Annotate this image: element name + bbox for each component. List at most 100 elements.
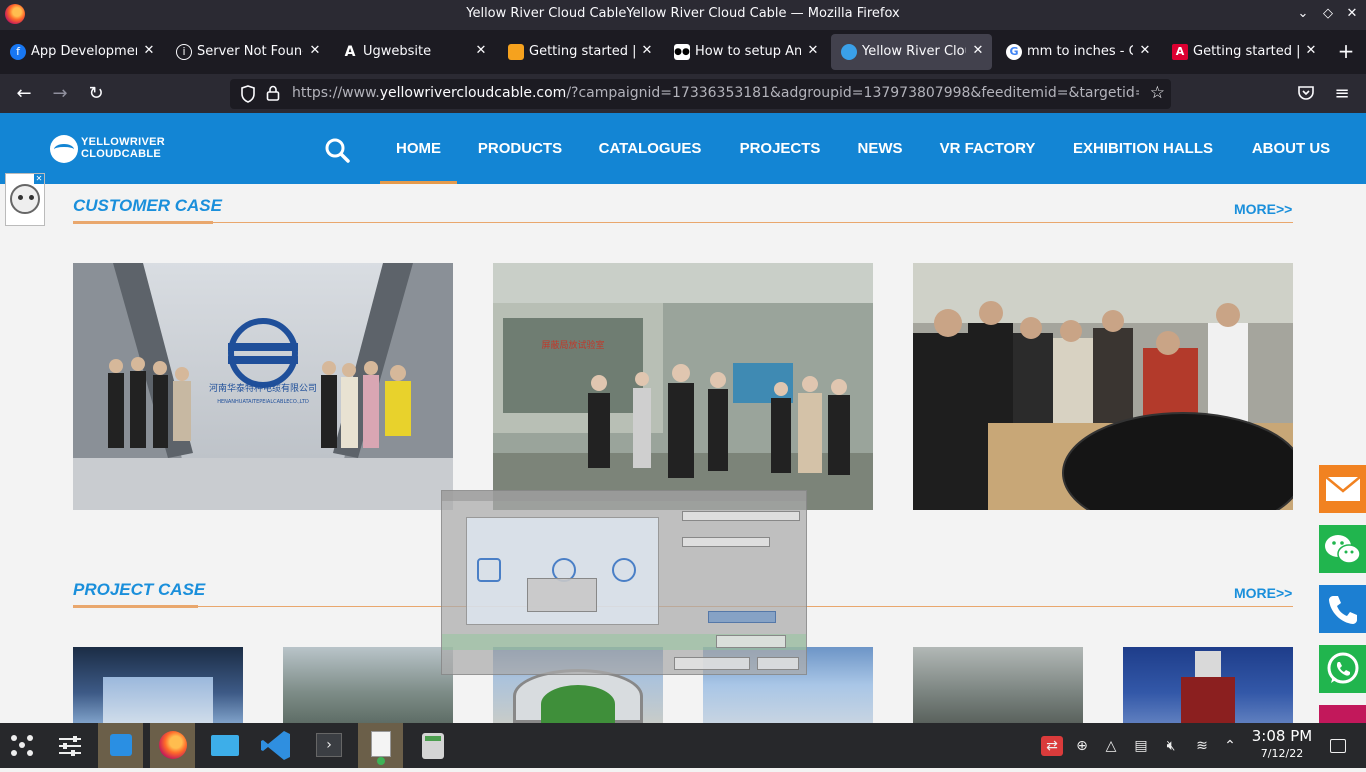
- tab-mm-to-inches[interactable]: G mm to inches - Go ✕: [996, 34, 1159, 70]
- open-folder-button[interactable]: [716, 635, 786, 648]
- wifi-icon[interactable]: ≋: [1192, 736, 1212, 756]
- project-case-photo-6[interactable]: [1123, 647, 1293, 723]
- forward-button[interactable]: →: [48, 82, 72, 106]
- new-tab-button[interactable]: +: [1334, 36, 1358, 66]
- tab-label: Getting started |: [529, 44, 635, 59]
- tab-yellow-river[interactable]: Yellow River Clou ✕: [831, 34, 992, 70]
- pocket-icon[interactable]: [1297, 85, 1315, 102]
- tab-getting-started-1[interactable]: Getting started | ✕: [498, 34, 661, 70]
- menu-exhibition-halls[interactable]: EXHIBITION HALLS: [1063, 113, 1223, 184]
- close-tab-icon[interactable]: ✕: [639, 43, 655, 58]
- close-tab-icon[interactable]: ✕: [805, 43, 821, 58]
- customer-case-photo-1[interactable]: 河南华泰特种电缆有限公司 HENANHUATAITEPEIALCABLECO.,…: [73, 263, 453, 510]
- show-desktop-icon[interactable]: [1330, 739, 1346, 753]
- ad-badge[interactable]: ✕: [5, 173, 45, 226]
- files-taskbar[interactable]: [202, 723, 247, 768]
- text-editor-taskbar[interactable]: [358, 723, 403, 768]
- close-tab-icon[interactable]: ✕: [473, 43, 489, 58]
- anydesk-tray-icon[interactable]: ⇄: [1041, 736, 1063, 756]
- terminal-icon: ›: [316, 733, 342, 757]
- close-tab-icon[interactable]: ✕: [307, 43, 323, 58]
- menu-home[interactable]: HOME: [380, 113, 457, 184]
- discover-taskbar[interactable]: [98, 723, 143, 768]
- clock[interactable]: 3:08 PM 7/12/22: [1246, 727, 1318, 760]
- app-menu-button[interactable]: ≡: [1330, 82, 1354, 106]
- mascot-face-icon: [10, 184, 40, 214]
- tab-ugwebsite[interactable]: A Ugwebsite ✕: [332, 34, 495, 70]
- customer-case-more-link[interactable]: MORE>>: [1234, 201, 1292, 217]
- project-case-photo-1[interactable]: [73, 647, 243, 723]
- close-tab-icon[interactable]: ✕: [970, 43, 986, 58]
- vscode-taskbar[interactable]: [254, 723, 299, 768]
- terminal-taskbar[interactable]: ›: [306, 723, 351, 768]
- section-divider: [73, 222, 1293, 223]
- launcher-icon: [11, 735, 33, 756]
- menu-projects[interactable]: PROJECTS: [730, 113, 830, 184]
- project-case-title: PROJECT CASE: [73, 580, 206, 599]
- minimize-button[interactable]: ⌄: [1293, 4, 1313, 24]
- wechat-contact-button[interactable]: [1319, 525, 1366, 573]
- save-as-button[interactable]: [757, 657, 799, 670]
- search-icon[interactable]: [324, 137, 350, 163]
- application-launcher[interactable]: [0, 723, 45, 768]
- firefox-taskbar[interactable]: [150, 723, 195, 768]
- vlc-cone-tray-icon[interactable]: △: [1101, 736, 1121, 756]
- tab-strip: f App Development ✕ i Server Not Found ✕…: [0, 30, 1366, 74]
- close-tab-icon[interactable]: ✕: [1137, 43, 1153, 58]
- project-case-photo-2[interactable]: [283, 647, 453, 723]
- lock-icon[interactable]: [266, 85, 280, 101]
- close-tab-icon[interactable]: ✕: [141, 43, 157, 58]
- close-tab-icon[interactable]: ✕: [1303, 43, 1319, 58]
- customer-case-title: CUSTOMER CASE: [73, 196, 222, 215]
- firefox-icon: [159, 731, 187, 759]
- reload-button[interactable]: ↻: [84, 82, 108, 106]
- volume-muted-icon[interactable]: 🔇︎: [1161, 736, 1181, 756]
- bookmark-star-icon[interactable]: ☆: [1150, 83, 1165, 103]
- tab-label: Yellow River Clou: [862, 44, 966, 59]
- maximize-button[interactable]: ◇: [1318, 4, 1338, 24]
- menu-about-us[interactable]: ABOUT US: [1243, 113, 1339, 184]
- clipboard-tray-icon[interactable]: ▤: [1131, 736, 1151, 756]
- url-bar[interactable]: https://www.yellowrivercloudcable.com/?c…: [230, 79, 1171, 109]
- menu-vr-factory[interactable]: VR FACTORY: [930, 113, 1045, 184]
- calculator-taskbar[interactable]: [410, 723, 455, 768]
- wechat-icon: [1325, 535, 1361, 564]
- close-window-button[interactable]: ✕: [1342, 4, 1362, 24]
- menu-catalogues[interactable]: CATALOGUES: [590, 113, 710, 184]
- project-case-more-link[interactable]: MORE>>: [1234, 585, 1292, 601]
- facebook-icon: f: [10, 44, 26, 60]
- phone-contact-button[interactable]: [1319, 585, 1366, 633]
- customer-case-photo-2[interactable]: 屏蔽局放试验室: [493, 263, 873, 510]
- back-button[interactable]: ←: [12, 82, 36, 106]
- project-case-photo-5[interactable]: [913, 647, 1083, 723]
- update-tray-icon[interactable]: ⊕: [1072, 736, 1092, 756]
- tab-how-to-setup[interactable]: ●● How to setup Ang ✕: [664, 34, 827, 70]
- menu-news[interactable]: NEWS: [850, 113, 910, 184]
- dialog-titlebar[interactable]: [442, 491, 806, 501]
- logo-mark-icon: [50, 135, 78, 163]
- copy-to-clipboard-button[interactable]: [674, 657, 750, 670]
- email-contact-button[interactable]: [1319, 465, 1366, 513]
- tracking-protection-shield-icon[interactable]: [240, 85, 256, 103]
- folder-icon: [211, 735, 239, 756]
- tab-app-development[interactable]: f App Development ✕: [0, 34, 163, 70]
- menu-products[interactable]: PRODUCTS: [470, 113, 570, 184]
- take-screenshot-button[interactable]: [708, 611, 776, 623]
- extra-contact-button[interactable]: [1319, 705, 1366, 723]
- clock-date: 7/12/22: [1260, 747, 1304, 760]
- customer-case-photo-3[interactable]: [913, 263, 1293, 510]
- system-settings-taskbar[interactable]: [47, 723, 92, 768]
- tab-getting-started-2[interactable]: A Getting started | ✕: [1162, 34, 1325, 70]
- logo-text: YELLOWRIVER CLOUDCABLE: [81, 136, 165, 160]
- url-text[interactable]: https://www.yellowrivercloudcable.com/?c…: [292, 85, 1139, 101]
- company-sign: HENANHUATAITEPEIALCABLECO.,LTD: [217, 399, 309, 405]
- tab-server-not-found[interactable]: i Server Not Found ✕: [166, 34, 329, 70]
- close-ad-icon[interactable]: ✕: [34, 174, 44, 184]
- tab-label: Ugwebsite: [363, 44, 432, 59]
- whatsapp-contact-button[interactable]: [1319, 645, 1366, 693]
- show-hidden-icons-chevron-icon[interactable]: ⌃: [1220, 736, 1240, 756]
- tab-label: App Development: [31, 44, 137, 59]
- screenshot-tool-dialog[interactable]: [441, 490, 807, 675]
- window-title: Yellow River Cloud CableYellow River Clo…: [466, 6, 900, 21]
- document-icon: [371, 731, 391, 757]
